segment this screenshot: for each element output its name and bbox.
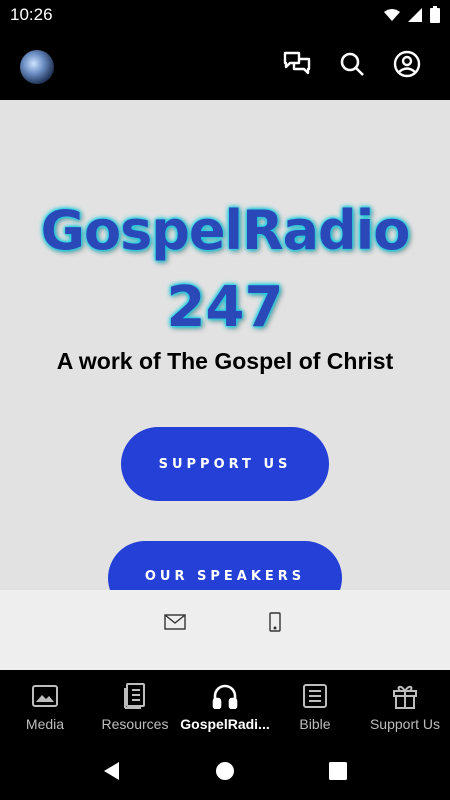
nav-item-bible[interactable]: Bible — [270, 670, 360, 742]
search-button[interactable] — [336, 48, 368, 80]
nav-item-gospelradio[interactable]: GospelRadi... — [180, 670, 270, 742]
account-icon — [393, 50, 421, 78]
nav-item-media[interactable]: Media — [0, 670, 90, 742]
book-icon — [124, 683, 145, 709]
mail-button[interactable] — [163, 610, 187, 634]
nav-label-gospelradio: GospelRadi... — [180, 716, 270, 732]
status-bar: 10:26 — [0, 0, 450, 30]
status-time: 10:26 — [10, 5, 53, 24]
bottom-navigation: Media Resources GospelRadi... Bible Supp… — [0, 670, 450, 742]
tagline: A work of The Gospel of Christ — [56, 348, 394, 374]
bible-icon — [303, 684, 327, 708]
image-icon — [32, 685, 58, 707]
gift-icon — [393, 685, 417, 709]
nav-label-bible: Bible — [299, 716, 331, 732]
back-icon[interactable] — [101, 760, 123, 782]
app-logo[interactable] — [20, 50, 54, 84]
wifi-icon — [384, 8, 400, 21]
nav-label-resources: Resources — [101, 716, 169, 732]
nav-label-media: Media — [25, 716, 65, 732]
nav-item-support-us[interactable]: Support Us — [360, 670, 450, 742]
recents-icon[interactable] — [327, 760, 349, 782]
headphones-icon — [212, 684, 238, 709]
chat-button[interactable] — [281, 48, 313, 80]
phone-button[interactable] — [263, 610, 287, 634]
our-speakers-button[interactable]: OUR SPEAKERS — [108, 541, 342, 590]
status-icons — [384, 6, 440, 23]
nav-label-support-us: Support Us — [369, 716, 441, 732]
home-icon[interactable] — [214, 760, 236, 782]
battery-icon — [430, 6, 440, 23]
system-navigation — [0, 742, 450, 800]
chat-icon — [283, 51, 311, 75]
search-icon — [340, 52, 364, 76]
phone-icon — [269, 612, 281, 632]
brand-title: GospelRadio — [40, 199, 411, 262]
contact-strip — [0, 590, 450, 670]
mail-icon — [164, 614, 186, 630]
nav-item-resources[interactable]: Resources — [90, 670, 180, 742]
support-us-button[interactable]: SUPPORT US — [121, 427, 329, 501]
app-bar — [0, 30, 450, 100]
account-button[interactable] — [391, 48, 423, 80]
main-content: GospelRadio 247 A work of The Gospel of … — [0, 100, 450, 590]
signal-icon — [408, 7, 422, 22]
brand-number: 247 — [166, 275, 284, 340]
